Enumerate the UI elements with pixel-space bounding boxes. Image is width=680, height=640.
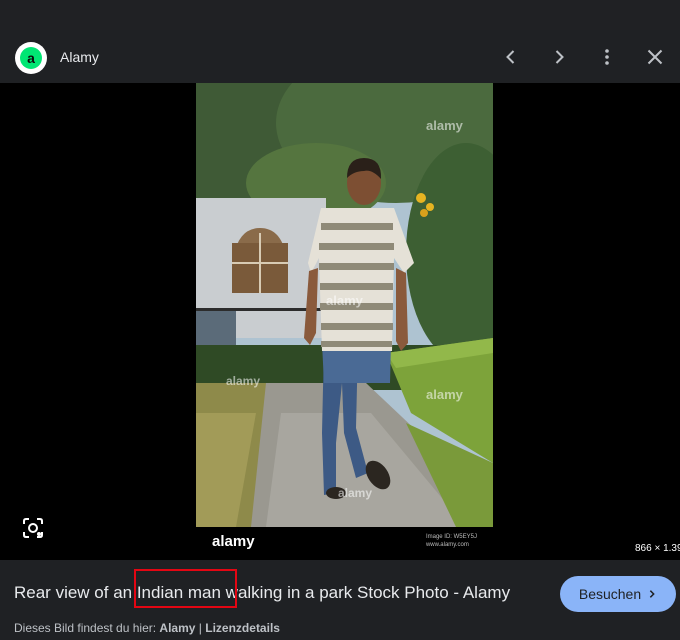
watermark-3: alamy (426, 387, 464, 402)
source-link[interactable]: Alamy (159, 621, 195, 635)
image-preview-panel: a Alamy alamy alamy alamy alamy alamy al… (0, 30, 680, 640)
more-icon (605, 49, 609, 65)
site-favicon[interactable]: a (15, 42, 47, 74)
image-viewer: alamy alamy alamy alamy alamy alamy Imag… (0, 83, 680, 560)
alamy-watermark-logo: alamy (212, 533, 255, 550)
source-prefix: Dieses Bild findest du hier: (14, 621, 157, 635)
image-dimensions: 866 × 1.39 (635, 543, 680, 554)
previous-button[interactable] (497, 43, 525, 71)
source-line: Dieses Bild findest du hier: Alamy | Liz… (14, 621, 280, 635)
watermark-1: alamy (426, 118, 464, 133)
visit-button-label: Besuchen (578, 586, 642, 602)
license-details-link[interactable]: Lizenzdetails (205, 621, 280, 635)
image-meta: Image ID: W5EY5J www.alamy.com (426, 533, 477, 549)
watermark-2: alamy (326, 293, 364, 308)
site-name[interactable]: Alamy (60, 49, 99, 65)
watermark-5: alamy (338, 486, 372, 500)
next-icon (555, 50, 564, 64)
watermark-strip: alamy Image ID: W5EY5J www.alamy.com (196, 527, 493, 560)
more-options-button[interactable] (593, 43, 621, 71)
browser-top-strip (0, 0, 680, 30)
preview-header: a Alamy (0, 30, 680, 83)
image-title[interactable]: Rear view of an Indian man walking in a … (14, 583, 510, 603)
highlight-box (134, 569, 237, 608)
source-separator: | (198, 621, 202, 635)
watermark-4: alamy (226, 374, 260, 388)
image-id: Image ID: W5EY5J (425, 534, 477, 540)
lens-icon (23, 518, 43, 538)
preview-image[interactable]: alamy alamy alamy alamy alamy (196, 83, 493, 527)
visit-button[interactable]: Besuchen (560, 576, 676, 612)
next-button[interactable] (545, 43, 573, 71)
image-site-url: www.alamy.com (425, 542, 469, 548)
close-button[interactable] (641, 43, 669, 71)
prev-icon (506, 50, 515, 64)
lens-search-button[interactable] (20, 515, 46, 541)
close-icon (647, 49, 663, 65)
chevron-right-icon (649, 590, 655, 598)
alamy-logo-icon: a (20, 47, 42, 69)
